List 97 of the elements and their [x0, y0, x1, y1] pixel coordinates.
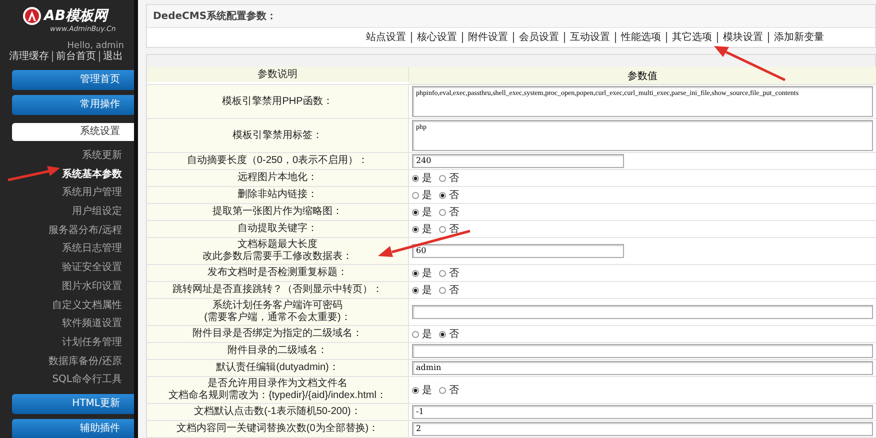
- radio-label: 否: [449, 284, 459, 297]
- menu-item[interactable]: 系统基本参数: [62, 166, 122, 184]
- setting-label: 跳转网址是否直接跳转？（否则显示中转页）：: [147, 282, 409, 298]
- settings-tab[interactable]: 添加新变量: [768, 32, 829, 43]
- setting-label: 文档标题最大长度: [238, 239, 318, 250]
- menu-item[interactable]: SQL命令行工具: [52, 371, 122, 390]
- menu-item[interactable]: 数据库备份/还原: [48, 352, 122, 372]
- menu-button[interactable]: 常用操作: [12, 95, 134, 115]
- menu-item[interactable]: 软件频道设置: [62, 315, 122, 334]
- setting-label: 附件目录是否绑定为指定的二级域名：: [147, 326, 409, 342]
- radio-label: 否: [449, 328, 459, 341]
- logo-text: AB模板网: [44, 7, 108, 25]
- radio-button[interactable]: [412, 226, 419, 232]
- input-field[interactable]: [412, 344, 873, 358]
- input-field[interactable]: 60: [412, 244, 624, 258]
- menu-item[interactable]: 系统更新: [82, 147, 122, 166]
- settings-tab[interactable]: 核心设置: [411, 32, 462, 43]
- radio-button[interactable]: [439, 330, 446, 338]
- setting-label: 系统计划任务客户端许可密码: [212, 300, 342, 312]
- radio-label: 是: [422, 206, 432, 219]
- menu-button[interactable]: HTML更新: [12, 394, 134, 414]
- setting-label: 文档默认点击数(-1表示随机50-200)：: [147, 404, 409, 420]
- input-field[interactable]: 2: [412, 422, 873, 436]
- radio-button[interactable]: [439, 192, 446, 198]
- radio-label: 是: [422, 189, 432, 202]
- radio-label: 是: [422, 267, 432, 280]
- setting-label: 模板引擎禁用PHP函数：: [147, 85, 409, 118]
- user-link[interactable]: 退出: [99, 51, 126, 62]
- menu-item[interactable]: 自定义文档属性: [52, 296, 122, 316]
- radio-label: 是: [422, 284, 432, 297]
- menu-item[interactable]: 验证安全设置: [62, 259, 122, 278]
- setting-label: 文档内容同一关键词替换次数(0为全部替换)：: [147, 421, 409, 437]
- setting-label: 提取第一张图片作为缩略图：: [147, 204, 409, 220]
- user-link[interactable]: 清理缓存: [6, 51, 52, 62]
- setting-label: 远程图片本地化：: [147, 170, 409, 186]
- radio-button[interactable]: [412, 386, 419, 394]
- radio-label: 否: [449, 206, 459, 219]
- panel-title: DedeCMS系统配置参数：: [147, 5, 875, 28]
- settings-tab[interactable]: 其它选项: [666, 32, 717, 43]
- radio-button[interactable]: [439, 286, 446, 294]
- radio-button[interactable]: [412, 270, 419, 276]
- setting-label: (需要客户端，通常不会太重要)：: [204, 312, 351, 324]
- user-link[interactable]: 前台首页: [52, 51, 99, 62]
- menu-section[interactable]: 系统设置: [12, 123, 134, 141]
- setting-label: 模板引擎禁用标签：: [147, 119, 409, 152]
- menu-item[interactable]: 计划任务管理: [62, 334, 122, 353]
- radio-button[interactable]: [412, 330, 419, 338]
- radio-label: 是: [422, 328, 432, 341]
- radio-button[interactable]: [412, 192, 419, 198]
- setting-label: 默认责任编辑(dutyadmin)：: [147, 360, 409, 376]
- input-field[interactable]: [412, 305, 873, 319]
- menu-item[interactable]: 系统用户管理: [62, 184, 122, 204]
- setting-label: 文档命名规则需改为：{typedir}/{aid}/index.html：: [168, 390, 386, 402]
- settings-tab[interactable]: 模块设置: [717, 32, 768, 43]
- annotation-arrow: [8, 166, 60, 182]
- input-field[interactable]: -1: [412, 405, 873, 419]
- menu-button[interactable]: 辅助插件: [12, 418, 134, 438]
- input-field[interactable]: admin: [412, 361, 873, 375]
- menu-item[interactable]: 系统日志管理: [62, 240, 122, 260]
- settings-tab[interactable]: 会员设置: [513, 32, 564, 43]
- setting-label: 发布文档时是否检测重复标题：: [147, 265, 409, 281]
- radio-label: 是: [422, 172, 432, 185]
- menu-item[interactable]: 图片水印设置: [62, 278, 122, 296]
- settings-tab[interactable]: 性能选项: [615, 32, 666, 43]
- settings-tab[interactable]: 互动设置: [564, 32, 615, 43]
- radio-button[interactable]: [439, 270, 446, 276]
- setting-label: 是否允许用目录作为文档文件名: [208, 378, 348, 390]
- radio-button[interactable]: [439, 174, 446, 182]
- radio-button[interactable]: [439, 386, 446, 394]
- radio-label: 是: [422, 384, 432, 397]
- radio-label: 否: [449, 223, 459, 236]
- menu-item[interactable]: 服务器分布/远程: [48, 222, 122, 240]
- column-header: 参数说明: [147, 67, 409, 82]
- radio-label: 否: [449, 189, 459, 202]
- radio-button[interactable]: [412, 286, 419, 294]
- greeting: Hello, admin: [66, 41, 125, 51]
- menu-button[interactable]: 管理首页: [12, 70, 134, 90]
- radio-button[interactable]: [412, 174, 419, 182]
- radio-label: 否: [449, 267, 459, 280]
- settings-tab[interactable]: 附件设置: [462, 32, 513, 43]
- setting-label: 改此参数后需要手工修改数据表：: [202, 251, 352, 263]
- input-field[interactable]: 240: [412, 154, 624, 168]
- setting-label: 自动提取关键字：: [147, 221, 409, 237]
- column-header: 参数值: [409, 67, 876, 84]
- settings-tab[interactable]: 站点设置: [361, 32, 411, 43]
- radio-button[interactable]: [439, 226, 446, 232]
- radio-label: 否: [449, 172, 459, 185]
- radio-button[interactable]: [412, 208, 419, 216]
- setting-label: 删除非站内链接：: [147, 187, 409, 203]
- setting-label: 自动摘要长度（0-250，0表示不启用）：: [147, 153, 409, 169]
- radio-button[interactable]: [439, 208, 446, 216]
- menu-item[interactable]: 用户组设定: [72, 203, 122, 222]
- logo-icon: [22, 6, 42, 26]
- setting-label: 附件目录的二级域名：: [147, 343, 409, 359]
- radio-label: 是: [422, 223, 432, 236]
- radio-label: 否: [449, 384, 459, 397]
- annotation-arrow: [714, 46, 786, 82]
